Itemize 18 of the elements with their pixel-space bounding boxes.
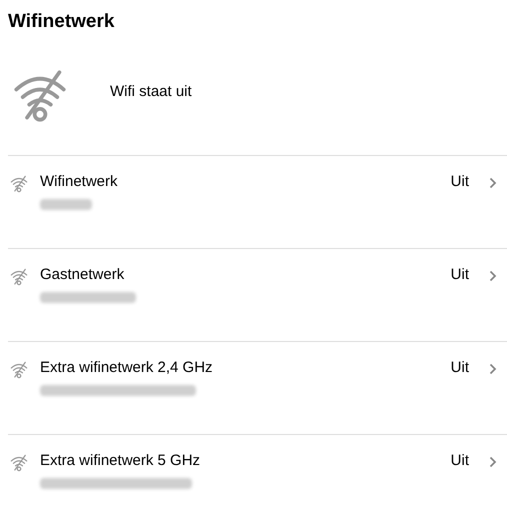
chevron-right-icon [489,363,497,375]
network-row[interactable]: Extra wifinetwerk 5 GHz Uit [8,435,507,513]
network-state: Uit [450,173,469,191]
page-title: Wifinetwerk [8,10,116,34]
network-state: Uit [450,266,469,284]
chevron-right-icon [489,456,497,468]
network-name: Extra wifinetwerk 2,4 GHz [40,359,214,377]
network-row[interactable]: Extra wifinetwerk 2,4 GHz Uit [8,342,507,435]
network-name: Extra wifinetwerk 5 GHz [40,452,202,470]
network-row[interactable]: Gastnetwerk Uit [8,249,507,342]
network-state: Uit [450,452,469,470]
status-text: Wifi staat uit [110,82,192,102]
chevron-right-icon [489,270,497,282]
network-state: Uit [450,359,469,377]
network-name: Gastnetwerk [40,266,126,284]
network-row[interactable]: Wifinetwerk Uit [8,156,507,249]
chevron-right-icon [489,177,497,189]
network-name: Wifinetwerk [40,173,119,191]
